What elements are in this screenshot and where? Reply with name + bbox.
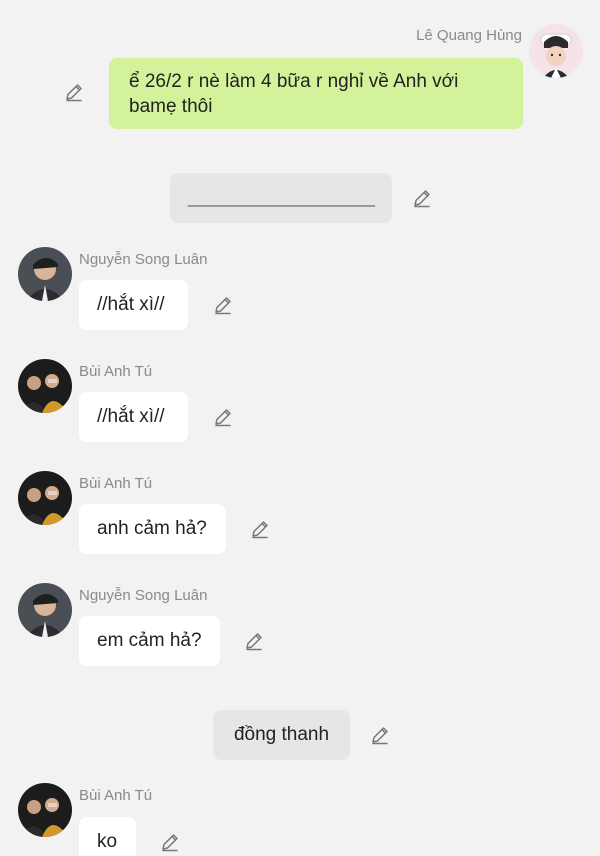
- pencil-edit-icon[interactable]: [370, 725, 390, 745]
- chat-thread: Lê Quang Hùng ể 26/2 r nè làm 4 bữa r ng…: [0, 0, 600, 856]
- pencil-edit-icon[interactable]: [64, 82, 84, 102]
- avatar-nguyen-song-luan[interactable]: [18, 247, 72, 301]
- sender-name: Lê Quang Hùng: [416, 27, 522, 44]
- pencil-edit-icon[interactable]: [213, 407, 233, 427]
- sender-name: Nguyễn Song Luân: [79, 251, 208, 268]
- avatar-bui-anh-tu[interactable]: [18, 359, 72, 413]
- avatar-bui-anh-tu[interactable]: [18, 783, 72, 837]
- pencil-edit-icon[interactable]: [250, 519, 270, 539]
- pencil-edit-icon[interactable]: [244, 631, 264, 651]
- sender-name: Bùi Anh Tú: [79, 363, 153, 380]
- avatar-le-quang-hung[interactable]: [529, 24, 583, 78]
- pencil-edit-icon[interactable]: [213, 295, 233, 315]
- message-bubble[interactable]: anh cảm hả?: [79, 504, 226, 554]
- message-bubble[interactable]: //hắt xì//: [79, 392, 188, 442]
- message-bubble[interactable]: em cảm hả?: [79, 616, 220, 666]
- avatar-bui-anh-tu[interactable]: [18, 471, 72, 525]
- avatar-nguyen-song-luan[interactable]: [18, 583, 72, 637]
- sender-name: Bùi Anh Tú: [79, 787, 153, 804]
- message-bubble[interactable]: ko: [79, 817, 136, 856]
- system-message[interactable]: đồng thanh: [213, 710, 350, 760]
- pencil-edit-icon[interactable]: [160, 832, 180, 852]
- sender-name: Bùi Anh Tú: [79, 475, 153, 492]
- message-bubble[interactable]: //hắt xì//: [79, 280, 188, 330]
- pencil-edit-icon[interactable]: [412, 188, 432, 208]
- message-bubble-self[interactable]: ể 26/2 r nè làm 4 bữa r nghỉ về Anh với …: [109, 58, 523, 129]
- sender-name: Nguyễn Song Luân: [79, 587, 208, 604]
- system-message[interactable]: ______________________: [170, 173, 392, 223]
